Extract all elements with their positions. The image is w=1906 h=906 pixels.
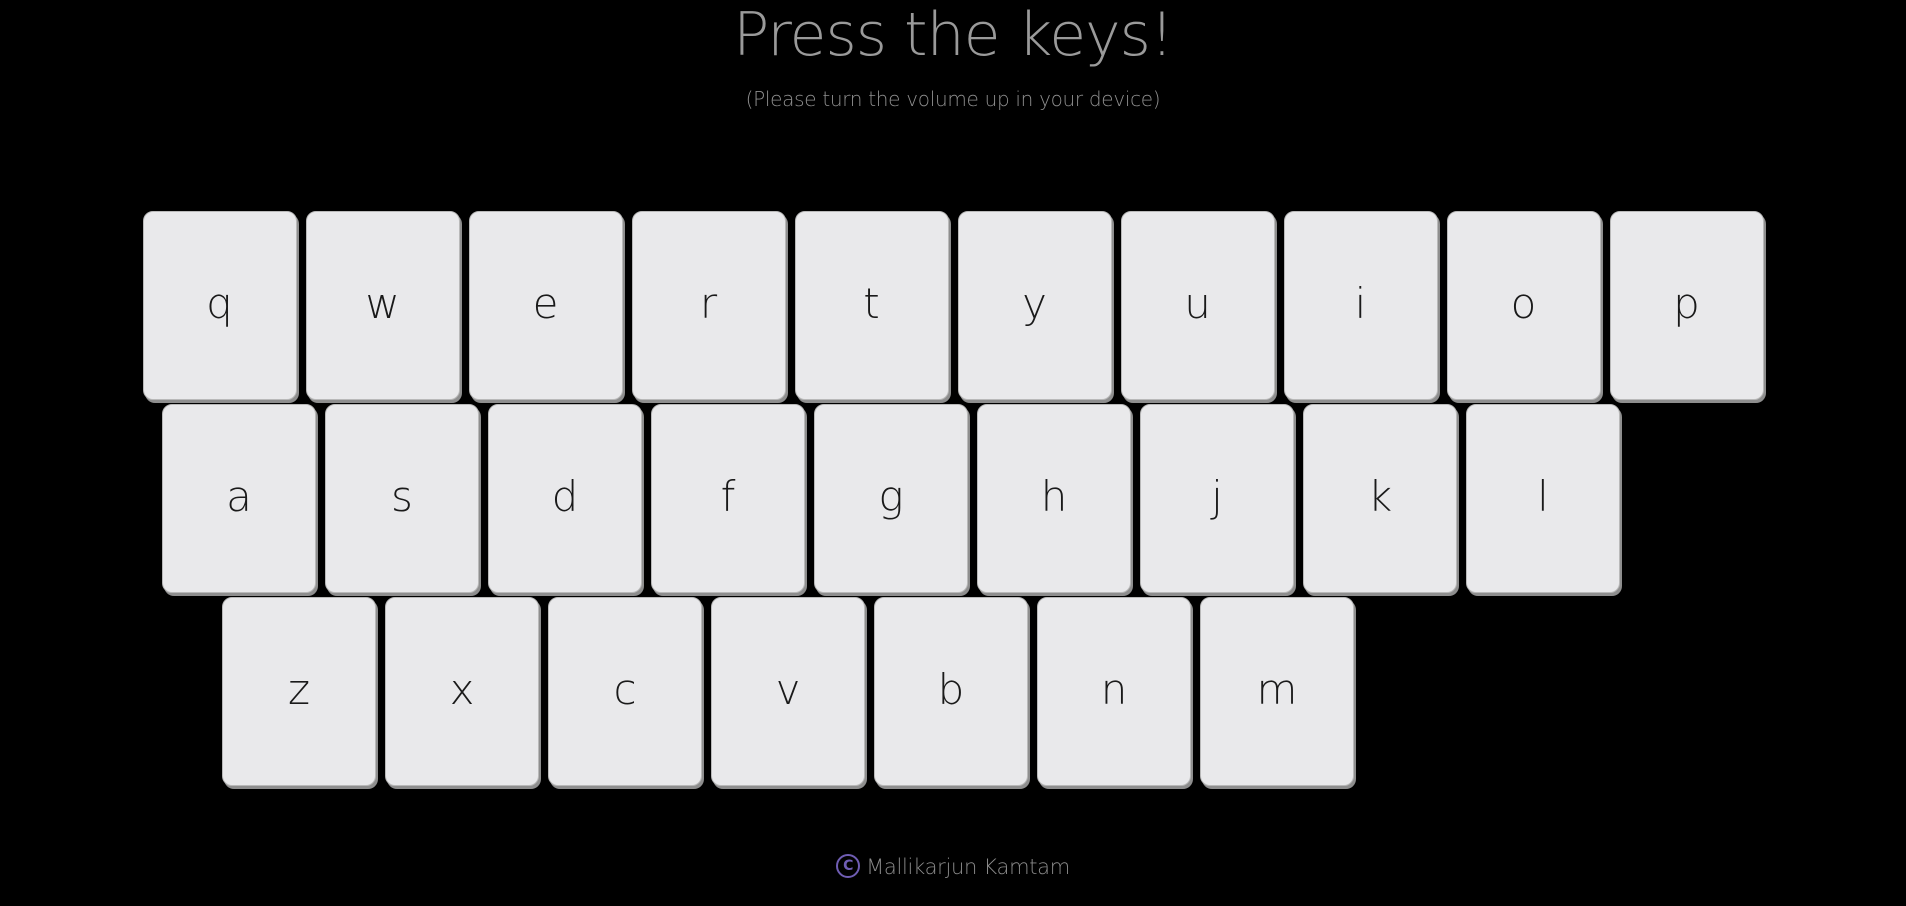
key-label: j: [1211, 472, 1223, 521]
key-label: c: [613, 665, 637, 714]
key-b[interactable]: b: [874, 597, 1028, 786]
key-j[interactable]: j: [1140, 404, 1294, 593]
key-label: q: [206, 279, 233, 328]
author-name: Mallikarjun Kamtam: [866, 855, 1070, 879]
keyboard-row-top: q w e r t y u i o p: [0, 211, 1906, 404]
page-subtitle: (Please turn the volume up in your devic…: [745, 87, 1161, 111]
key-x[interactable]: x: [385, 597, 539, 786]
key-label: b: [937, 665, 965, 714]
key-r[interactable]: r: [631, 211, 786, 400]
key-label: h: [1040, 472, 1068, 521]
key-d[interactable]: d: [488, 404, 642, 593]
key-k[interactable]: k: [1303, 404, 1457, 593]
key-v[interactable]: v: [711, 597, 865, 786]
key-label: o: [1510, 279, 1537, 328]
keyboard: q w e r t y u i o p a s d f g h j k l z …: [0, 211, 1906, 790]
key-e[interactable]: e: [468, 211, 623, 400]
key-label: z: [287, 665, 311, 714]
key-q[interactable]: q: [142, 211, 297, 400]
key-label: i: [1354, 279, 1367, 328]
key-label: s: [391, 472, 413, 521]
key-label: l: [1537, 472, 1549, 521]
key-label: y: [1022, 279, 1047, 328]
key-label: n: [1100, 665, 1128, 714]
key-label: m: [1256, 665, 1298, 714]
key-h[interactable]: h: [977, 404, 1131, 593]
key-label: v: [775, 665, 801, 714]
key-label: k: [1367, 472, 1393, 521]
copyright-icon: C: [836, 854, 861, 878]
key-g[interactable]: g: [814, 404, 968, 593]
key-l[interactable]: l: [1466, 404, 1620, 593]
key-m[interactable]: m: [1200, 597, 1354, 786]
footer: C Mallikarjun Kamtam: [0, 852, 1906, 882]
key-o[interactable]: o: [1446, 211, 1601, 400]
key-label: a: [226, 472, 252, 521]
key-label: u: [1184, 279, 1211, 328]
key-label: t: [863, 279, 880, 328]
key-f[interactable]: f: [651, 404, 805, 593]
key-c[interactable]: c: [548, 597, 702, 786]
key-label: x: [449, 665, 475, 714]
key-p[interactable]: p: [1609, 211, 1764, 400]
key-s[interactable]: s: [325, 404, 479, 593]
key-label: w: [365, 279, 400, 328]
key-label: f: [720, 472, 736, 521]
key-label: d: [551, 472, 579, 521]
key-n[interactable]: n: [1037, 597, 1191, 786]
key-label: p: [1673, 279, 1700, 328]
key-label: e: [532, 279, 559, 328]
keyboard-row-middle: a s d f g h j k l: [0, 404, 1906, 597]
key-y[interactable]: y: [957, 211, 1112, 400]
keyboard-row-bottom: z x c v b n m: [0, 597, 1906, 790]
key-label: r: [699, 279, 718, 328]
key-t[interactable]: t: [794, 211, 949, 400]
key-label: g: [878, 472, 904, 521]
key-u[interactable]: u: [1120, 211, 1275, 400]
key-w[interactable]: w: [305, 211, 460, 400]
key-i[interactable]: i: [1283, 211, 1438, 400]
key-a[interactable]: a: [162, 404, 316, 593]
key-z[interactable]: z: [222, 597, 376, 786]
page-title: Press the keys!: [733, 0, 1174, 70]
